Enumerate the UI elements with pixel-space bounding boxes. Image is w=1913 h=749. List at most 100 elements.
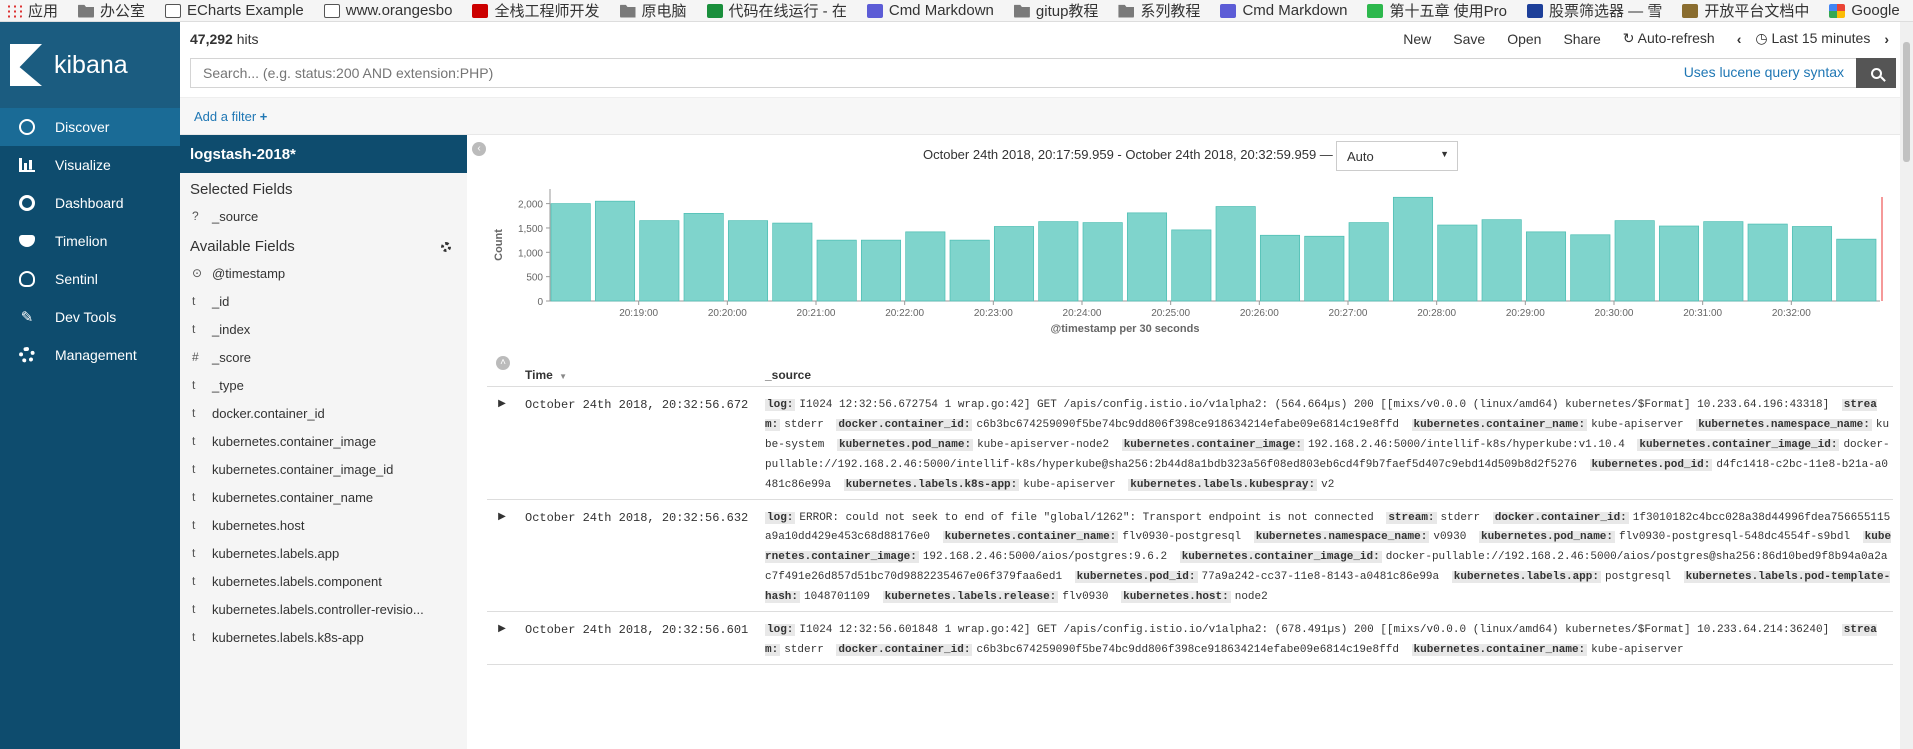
- auto-refresh-button[interactable]: ↻ Auto-refresh: [1623, 30, 1715, 47]
- field-item[interactable]: t _id: [180, 287, 467, 315]
- search-button[interactable]: [1856, 58, 1896, 88]
- histogram-bar[interactable]: [1304, 235, 1345, 302]
- histogram-bar[interactable]: [727, 220, 769, 302]
- search-input[interactable]: [190, 58, 1856, 88]
- histogram-bar[interactable]: [816, 239, 857, 302]
- bookmark-item[interactable]: gitup教程: [1013, 0, 1098, 21]
- field-item[interactable]: # _score: [180, 343, 467, 371]
- share-button[interactable]: Share: [1563, 31, 1600, 47]
- histogram-bar[interactable]: [1392, 196, 1434, 302]
- table-row[interactable]: ▶ October 24th 2018, 20:32:56.672 log: I102…: [487, 387, 1893, 500]
- bookmark-item[interactable]: Cmd Markdown: [866, 2, 994, 19]
- brand[interactable]: kibana: [0, 22, 180, 108]
- histogram-bar[interactable]: [1791, 226, 1833, 302]
- new-button[interactable]: New: [1403, 31, 1431, 47]
- field-item[interactable]: ? _source: [180, 202, 467, 230]
- table-row[interactable]: ▶ October 24th 2018, 20:32:56.632 log: ERRO…: [487, 500, 1893, 613]
- sidebar-item-visualize[interactable]: Visualize: [0, 146, 180, 184]
- field-item[interactable]: t kubernetes.labels.app: [180, 539, 467, 567]
- bookmark-item[interactable]: 代码在线运行 - 在: [706, 0, 847, 21]
- bookmark-item[interactable]: 全栈工程师开发: [472, 0, 600, 21]
- field-item[interactable]: t kubernetes.labels.k8s-app: [180, 623, 467, 651]
- field-item[interactable]: t _index: [180, 315, 467, 343]
- interval-select[interactable]: Auto ▼: [1336, 141, 1458, 171]
- histogram-bar[interactable]: [1525, 231, 1567, 302]
- sidebar-item-timelion[interactable]: Timelion: [0, 222, 180, 260]
- histogram-bar[interactable]: [594, 200, 636, 302]
- field-item[interactable]: t kubernetes.container_image_id: [180, 455, 467, 483]
- source-field-key: kubernetes.container_name:: [1411, 418, 1588, 431]
- bookmark-item[interactable]: 应用: [6, 0, 58, 21]
- histogram-bar[interactable]: [639, 220, 680, 302]
- histogram-bar[interactable]: [1570, 234, 1611, 302]
- histogram-bar[interactable]: [1703, 221, 1744, 302]
- field-type-icon: t: [192, 462, 196, 476]
- histogram-bar[interactable]: [1215, 206, 1256, 302]
- bookmark-item[interactable]: 股票筛选器 — 雪: [1526, 0, 1662, 21]
- save-button[interactable]: Save: [1453, 31, 1485, 47]
- sidebar-item-sentinl[interactable]: Sentinl: [0, 260, 180, 298]
- histogram-bar[interactable]: [1747, 223, 1788, 302]
- expand-row-icon[interactable]: ▶: [487, 509, 517, 612]
- field-name: kubernetes.labels.app: [212, 545, 340, 561]
- sidebar-item-dashboard[interactable]: Dashboard: [0, 184, 180, 222]
- sort-icon[interactable]: ▼: [559, 372, 567, 381]
- histogram-bar[interactable]: [1126, 212, 1168, 302]
- field-settings-gear-icon[interactable]: [441, 242, 451, 252]
- bookmark-item[interactable]: 开放平台文档中: [1682, 0, 1809, 21]
- histogram-bar[interactable]: [1481, 219, 1522, 302]
- histogram-bar[interactable]: [1082, 222, 1123, 302]
- histogram-bar[interactable]: [772, 222, 813, 302]
- time-column-header[interactable]: Time ▼: [525, 368, 765, 382]
- histogram-bar[interactable]: [1614, 220, 1655, 302]
- lucene-syntax-link[interactable]: Uses lucene query syntax: [1684, 64, 1844, 80]
- histogram-chart[interactable]: Count 0 500 1,000 1,500 2,000 20:19:00 20:20:00…: [492, 183, 1892, 343]
- time-back-button[interactable]: ‹: [1737, 31, 1742, 47]
- histogram-bar[interactable]: [1658, 225, 1700, 302]
- field-item[interactable]: t _type: [180, 371, 467, 399]
- histogram-bar[interactable]: [550, 203, 591, 302]
- histogram-bar[interactable]: [1836, 238, 1877, 302]
- bookmark-item[interactable]: 第十五章 使用Pro: [1367, 0, 1507, 21]
- collapse-sidebar-icon[interactable]: ‹: [472, 142, 486, 156]
- histogram-bar[interactable]: [1348, 222, 1389, 302]
- histogram-bar[interactable]: [993, 226, 1035, 302]
- time-picker-button[interactable]: ◷ Last 15 minutes: [1755, 30, 1870, 47]
- field-item[interactable]: t docker.container_id: [180, 399, 467, 427]
- field-item[interactable]: ⊙ @timestamp: [180, 259, 467, 287]
- bookmark-item[interactable]: 原电脑: [619, 0, 687, 21]
- bookmark-item[interactable]: www.orangesbo: [323, 2, 452, 19]
- bookmark-item[interactable]: Cmd Markdown: [1220, 2, 1347, 19]
- histogram-bar[interactable]: [1437, 224, 1478, 302]
- expand-row-icon[interactable]: ▶: [487, 621, 517, 664]
- field-item[interactable]: t kubernetes.container_image: [180, 427, 467, 455]
- bookmark-item[interactable]: 系列教程: [1118, 0, 1200, 21]
- field-item[interactable]: t kubernetes.labels.component: [180, 567, 467, 595]
- open-button[interactable]: Open: [1507, 31, 1541, 47]
- bookmark-item[interactable]: 办公室: [78, 0, 145, 21]
- field-item[interactable]: t kubernetes.host: [180, 511, 467, 539]
- field-type-icon: t: [192, 518, 196, 532]
- sidebar-item-management[interactable]: Management: [0, 336, 180, 374]
- sidebar-item-dev-tools[interactable]: ✎ Dev Tools: [0, 298, 180, 336]
- add-filter-button[interactable]: Add a filter +: [194, 109, 267, 124]
- histogram-bar[interactable]: [1259, 234, 1301, 302]
- histogram-bar[interactable]: [860, 239, 902, 302]
- time-forward-button[interactable]: ›: [1884, 31, 1889, 47]
- page-scrollbar[interactable]: [1900, 22, 1913, 749]
- field-item[interactable]: t kubernetes.labels.controller-revisio...: [180, 595, 467, 623]
- table-row[interactable]: ▶ October 24th 2018, 20:32:56.601 log: I102…: [487, 612, 1893, 665]
- sidebar-item-discover[interactable]: Discover: [0, 108, 180, 146]
- scroll-thumb[interactable]: [1903, 42, 1910, 162]
- field-item[interactable]: t kubernetes.container_name: [180, 483, 467, 511]
- histogram-bar[interactable]: [1038, 221, 1079, 302]
- bookmark-item[interactable]: ECharts Example: [165, 2, 304, 19]
- histogram-bar[interactable]: [683, 212, 724, 302]
- bookmark-item[interactable]: Google: [1829, 2, 1900, 19]
- histogram-bar[interactable]: [949, 239, 990, 302]
- fields-panel: logstash-2018* Selected Fields ? _source …: [180, 135, 467, 749]
- expand-row-icon[interactable]: ▶: [487, 396, 517, 499]
- histogram-bar[interactable]: [905, 231, 946, 302]
- histogram-bar[interactable]: [1171, 229, 1212, 302]
- index-pattern-selector[interactable]: logstash-2018*: [180, 135, 467, 173]
